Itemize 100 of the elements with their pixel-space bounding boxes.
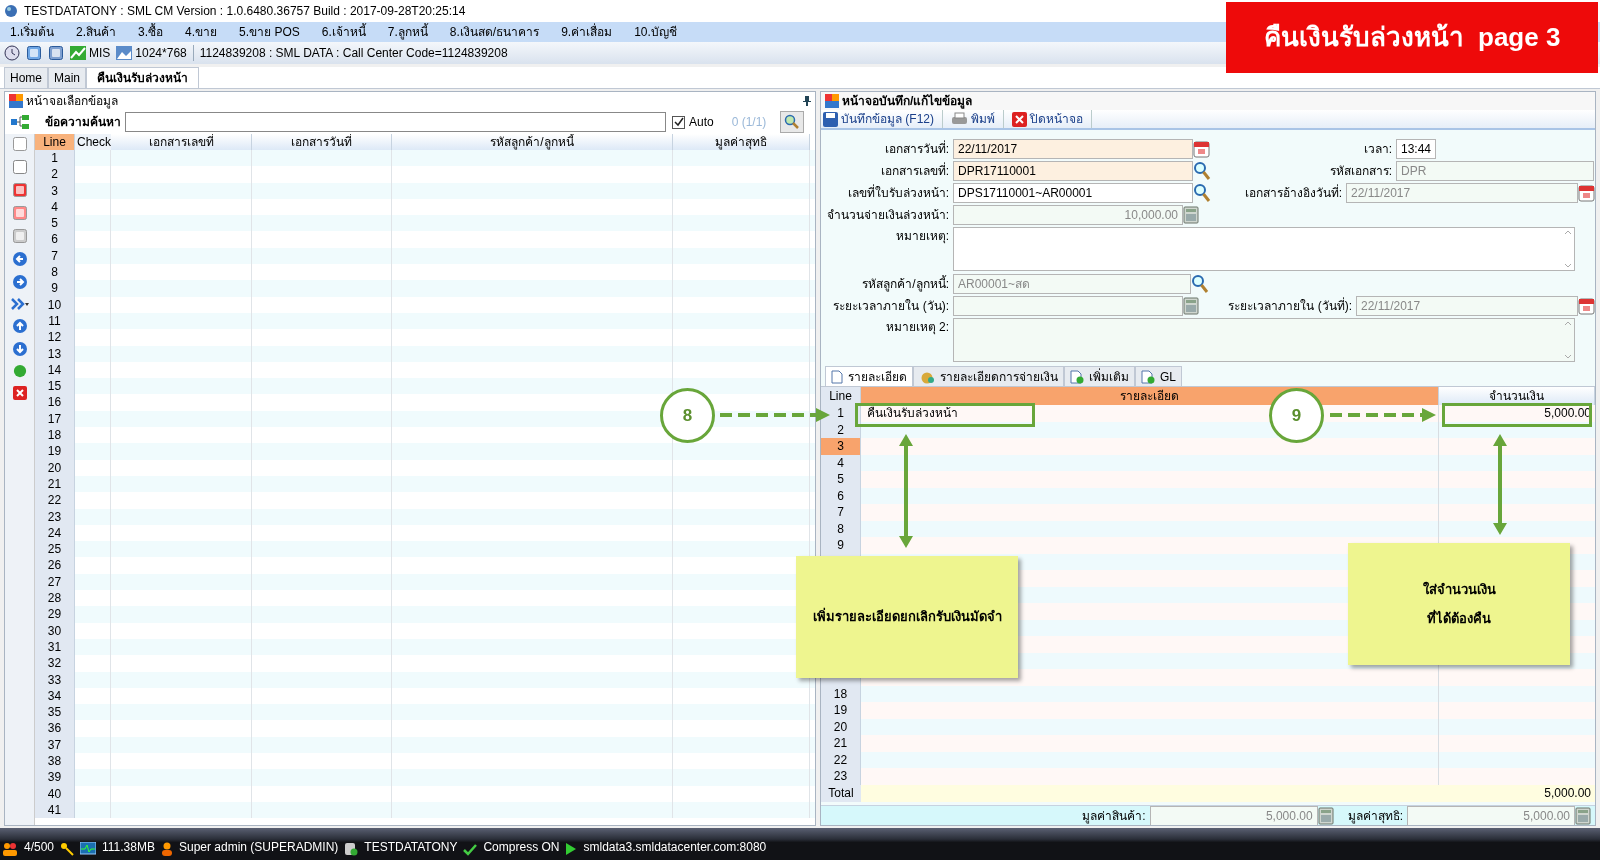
row-number: 8	[35, 264, 75, 281]
arrow-left-icon[interactable]	[11, 251, 28, 267]
print-button[interactable]: พิมพ์	[951, 110, 1004, 128]
column-header: เอกสารเลขที่	[111, 134, 252, 150]
field-label: ระยะเวลาภายใน (วัน):	[832, 298, 950, 315]
clock-icon[interactable]	[4, 45, 20, 61]
checkbox-label: Auto	[689, 114, 714, 131]
input-field[interactable]: DPR17110001	[953, 161, 1193, 181]
calculator-icon[interactable]	[48, 45, 64, 61]
connection-info: 1124839208 : SML DATA : Call Center Code=1124839208	[199, 45, 508, 62]
double-chevron-icon[interactable]	[9, 297, 30, 311]
input-field[interactable]: 5,000.00	[1407, 805, 1575, 825]
menu-item[interactable]: 5.ขาย POS	[239, 23, 300, 41]
table-cell-text: คืนเงินรับล่วงหน้า	[867, 405, 958, 423]
tab[interactable]: คืนเงินรับล่วงหน้า	[86, 67, 200, 88]
panel-title: หน้าจอเลือกข้อมูล	[26, 93, 118, 110]
tab[interactable]: เพิ่มเติม	[1064, 366, 1135, 386]
field-label: เลขที่ใบรับล่วงหน้า:	[846, 184, 950, 202]
column-header: มูลค่าสุทธิ	[673, 134, 810, 150]
row-number: 16	[35, 394, 75, 411]
field-label: มูลค่าสุทธิ:	[1347, 807, 1403, 825]
search-icon[interactable]	[1193, 183, 1211, 203]
row-number: 25	[35, 541, 75, 558]
panel-icon[interactable]	[26, 45, 42, 61]
tab[interactable]: Home	[4, 67, 48, 88]
input-field[interactable]: 22/11/2017	[953, 139, 1193, 159]
field-label: มูลค่าสินค้า:	[1082, 807, 1146, 825]
document-add-icon	[1070, 369, 1084, 384]
row-number: 9	[35, 280, 75, 297]
row-number: 5	[35, 215, 75, 232]
resolution-button[interactable]: 1024*768	[135, 44, 187, 62]
input-field[interactable]: 13:44	[1396, 139, 1436, 159]
row-number: 21	[821, 735, 861, 752]
search-icon[interactable]	[1193, 161, 1211, 181]
document-icon[interactable]	[11, 182, 28, 198]
row-number: 15	[35, 378, 75, 395]
tab[interactable]: GL	[1135, 366, 1182, 386]
save-button[interactable]: บันทึกข้อมูล (F12)	[823, 110, 943, 128]
result-count: 0 (1/1)	[731, 114, 767, 131]
tab[interactable]: รายละเอียดการจ่ายเงิน	[913, 366, 1064, 386]
arrow-down-icon[interactable]	[11, 341, 28, 357]
scroll-up-icon[interactable]	[1564, 230, 1572, 235]
image-icon[interactable]	[116, 46, 133, 60]
users-icon	[2, 842, 18, 856]
status-text: smldata3.smldatacenter.com:8080	[583, 839, 767, 856]
menu-item[interactable]: 7.ลูกหนี้	[387, 23, 428, 41]
column-header: รายละเอียด	[861, 387, 1439, 405]
input-field[interactable]: DPS17110001~AR00001	[953, 183, 1193, 203]
search-icon[interactable]	[1191, 274, 1209, 294]
arrow-up-icon[interactable]	[11, 318, 28, 334]
auto-checkbox[interactable]	[672, 115, 685, 129]
menu-item[interactable]: 6.เจ้าหนี้	[321, 23, 366, 41]
tab[interactable]: Main	[48, 67, 87, 88]
row-number: 1	[35, 150, 75, 167]
menu-item[interactable]: 10.บัญชี	[634, 23, 677, 41]
scroll-down-icon[interactable]	[1564, 263, 1572, 268]
document-icon[interactable]	[11, 136, 28, 152]
menu-item[interactable]: 9.ค่าเสื่อม	[561, 23, 613, 41]
note-field[interactable]	[953, 227, 1575, 271]
close-icon[interactable]	[11, 385, 28, 401]
input-field[interactable]: 5,000.00	[1149, 805, 1318, 825]
document-icon	[831, 369, 843, 384]
tab[interactable]: รายละเอียด	[825, 366, 913, 386]
close-button[interactable]: ปิดหน้าจอ	[1012, 110, 1092, 128]
field-label: เอกสารวันที่:	[883, 140, 950, 158]
help-icon[interactable]	[12, 364, 27, 378]
key-icon	[60, 842, 75, 856]
menu-item[interactable]: 3.ซื้อ	[138, 23, 164, 41]
document-icon[interactable]	[11, 205, 28, 221]
search-button[interactable]	[780, 111, 805, 133]
database-icon	[344, 842, 359, 856]
row-number: 39	[35, 769, 75, 786]
document-icon[interactable]	[11, 159, 28, 175]
field-label: เวลา:	[1362, 141, 1393, 158]
pin-icon[interactable]	[803, 96, 811, 106]
menu-item[interactable]: 8.เงินสด/ธนาคาร	[449, 23, 540, 41]
row-number: 6	[35, 231, 75, 248]
menu-item[interactable]: 2.สินค้า	[76, 23, 117, 41]
menu-item[interactable]: 1.เริ่มต้น	[10, 23, 54, 41]
document-icon[interactable]	[11, 228, 28, 244]
menu-item[interactable]: 4.ขาย	[185, 23, 218, 41]
field-label: รหัสลูกค้า/ลูกหนี้:	[861, 275, 950, 293]
row-number: 5	[821, 471, 861, 488]
calendar-icon[interactable]	[1578, 297, 1595, 315]
status-text: 111.38MB	[102, 839, 155, 856]
play-icon	[565, 842, 578, 856]
status-text: Compress ON	[483, 839, 560, 856]
search-field[interactable]	[125, 112, 666, 132]
column-header: Check	[75, 134, 111, 150]
note-text: ที่ได้ต้องคืน	[1427, 609, 1491, 628]
row-number: 23	[821, 768, 861, 785]
chart-icon[interactable]	[70, 46, 86, 60]
user-icon	[160, 842, 173, 856]
tree-icon[interactable]	[11, 115, 29, 129]
mis-button[interactable]: MIS	[89, 44, 111, 62]
arrow-right-icon[interactable]	[11, 274, 28, 290]
calendar-icon[interactable]	[1578, 184, 1595, 202]
column-header: รหัสลูกค้า/ลูกหนี้	[392, 134, 673, 150]
calendar-icon[interactable]	[1193, 140, 1210, 158]
close-icon	[1012, 111, 1027, 127]
